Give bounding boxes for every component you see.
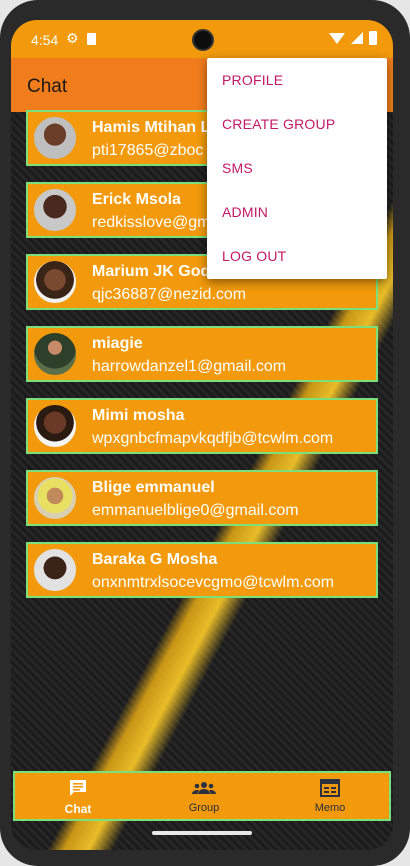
overflow-menu: PROFILE CREATE GROUP SMS ADMIN LOG OUT [207, 58, 387, 279]
menu-item-sms[interactable]: SMS [207, 146, 387, 190]
page-title: Chat [27, 76, 68, 97]
contact-email: onxnmtrxlsocevcgmo@tcwlm.com [92, 574, 335, 591]
contact-name: miagie [92, 335, 143, 352]
avatar [32, 115, 78, 161]
menu-item-admin[interactable]: ADMIN [207, 190, 387, 234]
avatar [32, 547, 78, 593]
tab-memo-label: Memo [314, 802, 346, 814]
tab-chat-label: Chat [64, 802, 92, 816]
status-bar: 4:54 ⚙ [11, 20, 393, 58]
chat-row[interactable]: miagie harrowdanzel1@gmail.com [26, 326, 378, 382]
chat-row[interactable]: Blige emmanuel emmanuelblige0@gmail.com [26, 470, 378, 526]
menu-item-create-group[interactable]: CREATE GROUP [207, 102, 387, 146]
screen: 4:54 ⚙ Chat Hamis Mtihan L pti17865@zboc… [11, 20, 393, 850]
contact-email: wpxgnbcfmapvkqdfjb@tcwlm.com [92, 430, 334, 447]
sd-card-icon [87, 33, 96, 45]
front-camera [192, 29, 214, 51]
contact-name: Erick Msola [92, 191, 181, 208]
tab-memo[interactable]: Memo [267, 776, 393, 814]
chat-row[interactable]: Mimi mosha wpxgnbcfmapvkqdfjb@tcwlm.com [26, 398, 378, 454]
contact-email: qjc36887@nezid.com [92, 286, 247, 303]
status-icons [329, 31, 377, 45]
battery-icon [369, 31, 377, 45]
chat-icon [70, 780, 86, 796]
contact-email: harrowdanzel1@gmail.com [92, 358, 287, 375]
contact-name: Marium JK God [92, 263, 211, 280]
signal-icon [351, 32, 363, 44]
avatar [32, 187, 78, 233]
tab-group[interactable]: Group [141, 776, 267, 814]
wifi-icon [329, 32, 345, 44]
settings-icon: ⚙ [66, 30, 79, 46]
avatar [32, 475, 78, 521]
contact-email: redkisslove@gm [92, 214, 211, 231]
phone-frame: 4:54 ⚙ Chat Hamis Mtihan L pti17865@zboc… [0, 0, 410, 866]
menu-item-log-out[interactable]: LOG OUT [207, 234, 387, 278]
avatar [32, 331, 78, 377]
menu-item-profile[interactable]: PROFILE [207, 58, 387, 102]
contact-name: Mimi mosha [92, 407, 185, 424]
memo-icon [320, 779, 340, 797]
home-indicator[interactable] [152, 831, 252, 835]
avatar [32, 403, 78, 449]
contact-email: emmanuelblige0@gmail.com [92, 502, 299, 519]
contact-name: Hamis Mtihan L [92, 119, 211, 136]
avatar [32, 259, 78, 305]
chat-row[interactable]: Baraka G Mosha onxnmtrxlsocevcgmo@tcwlm.… [26, 542, 378, 598]
contact-name: Blige emmanuel [92, 479, 215, 496]
tab-group-label: Group [188, 802, 220, 814]
group-icon [192, 782, 216, 794]
tab-chat[interactable]: Chat [15, 776, 141, 816]
bottom-navigation: Chat Group Memo [13, 771, 391, 821]
contact-email: pti17865@zboc [92, 142, 204, 159]
status-time: 4:54 [31, 32, 59, 48]
contact-name: Baraka G Mosha [92, 551, 218, 568]
